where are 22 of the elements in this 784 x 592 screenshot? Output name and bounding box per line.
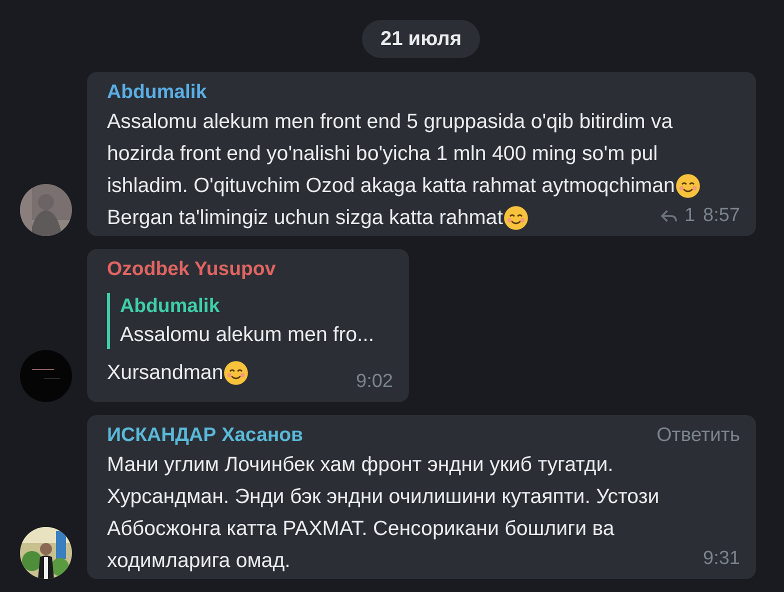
message-text: Bergan ta'limingiz uchun sizga katta rahmat bbox=[107, 204, 503, 231]
message-text: ходимларига омад. bbox=[107, 548, 290, 574]
sender-name[interactable]: ИСКАНДАР Хасанов bbox=[107, 421, 304, 451]
message-text: Аббосжонга катта РАХМАТ. Сенсорикани бошлиги ва bbox=[107, 516, 614, 542]
message-text: Хурсандман. Энди бэк эндни очилишини кутаяпти. Устози bbox=[107, 484, 660, 510]
message-text: Мани углим Лочинбек хам фронт эндни укиб тугатди. bbox=[107, 452, 614, 478]
quote-sender: Abdumalik bbox=[120, 294, 220, 320]
message-text: Xursandman bbox=[107, 360, 224, 386]
reply-count[interactable]: 1 bbox=[684, 202, 696, 230]
message-text: hozirda front end yo'nalishi bo'yicha 1 mln 400 ming so'm pul bbox=[107, 140, 658, 167]
message-time: 8:57 bbox=[703, 204, 740, 228]
reply-link[interactable]: Ответить bbox=[656, 421, 740, 451]
quote-text: Assalomu alekum men fro... bbox=[120, 322, 374, 348]
message-time: 9:31 bbox=[703, 546, 740, 570]
date-separator: 21 июля bbox=[362, 20, 480, 58]
message-text: ishladim. O'qituvchim Ozod akaga katta rahmat aytmoqchiman bbox=[107, 172, 675, 199]
reply-arrow-icon bbox=[660, 208, 678, 223]
sender-name[interactable]: Abdumalik bbox=[107, 78, 207, 108]
message-text: Assalomu alekum men front end 5 gruppasida o'qib bitirdim va bbox=[107, 108, 673, 135]
quoted-message[interactable]: Abdumalik Assalomu alekum men fro... bbox=[107, 293, 393, 349]
sender-name[interactable]: Ozodbek Yusupov bbox=[107, 255, 276, 285]
message-time: 9:02 bbox=[356, 370, 393, 394]
